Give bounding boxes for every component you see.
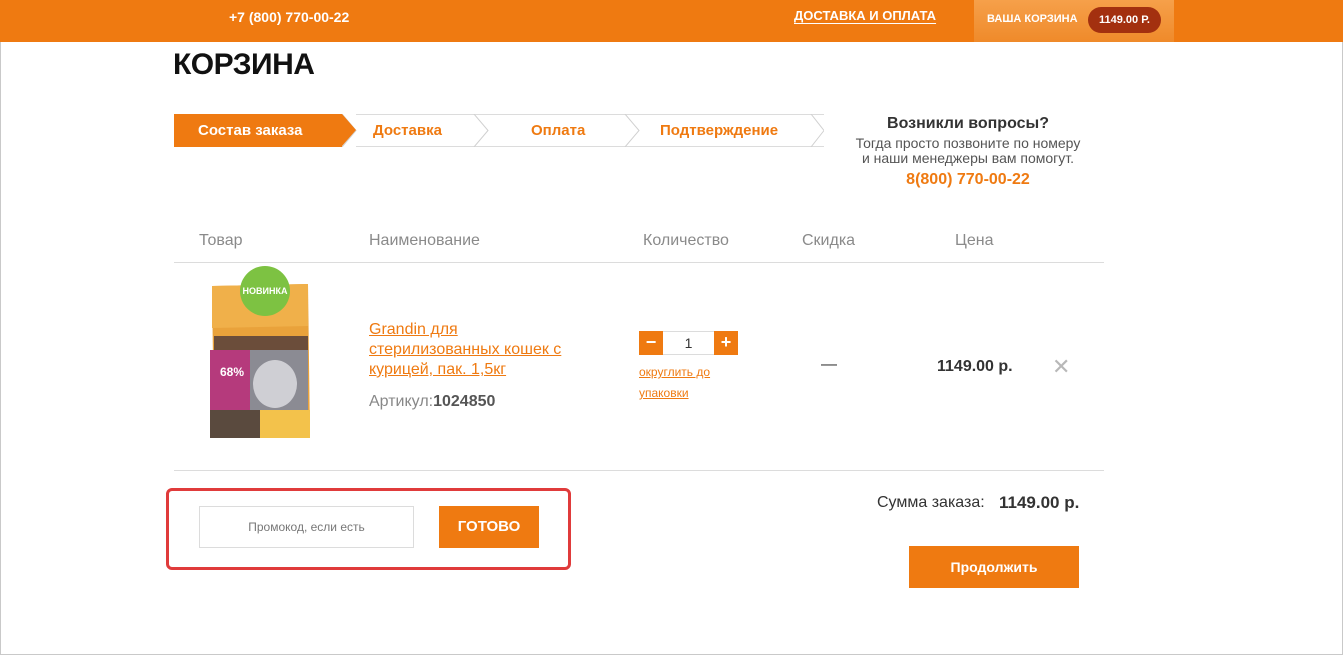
step-payment[interactable]: Оплата: [531, 114, 585, 147]
item-discount: —: [821, 356, 837, 373]
cart-label: ВАША КОРЗИНА: [987, 13, 1078, 25]
step-delivery[interactable]: Доставка: [373, 114, 442, 147]
remove-item-icon[interactable]: ✕: [1052, 354, 1070, 380]
column-header-quantity: Количество: [643, 232, 729, 249]
order-sum-value: 1149.00 р.: [999, 493, 1080, 512]
column-header-price: Цена: [955, 232, 994, 249]
cart-total-badge: 1149.00 Р.: [1088, 7, 1161, 33]
help-phone[interactable]: 8(800) 770-00-22: [850, 171, 1086, 189]
sku-label: Артикул:: [369, 393, 434, 410]
page-title: КОРЗИНА: [173, 48, 315, 81]
order-sum-label: Сумма заказа:: [877, 494, 985, 511]
product-name-link[interactable]: Grandin для стерилизованных кошек с кури…: [369, 320, 589, 380]
column-header-discount: Скидка: [802, 232, 856, 249]
continue-button[interactable]: Продолжить: [909, 546, 1079, 588]
help-text: Тогда просто позвоните по номеру и наши …: [855, 135, 1081, 166]
header-cart-button[interactable]: ВАША КОРЗИНА 1149.00 Р.: [974, 0, 1174, 42]
promo-apply-button[interactable]: ГОТОВО: [439, 506, 539, 548]
sku-value: 1024850: [433, 393, 496, 410]
table-divider: [174, 262, 1104, 263]
help-block: Возникли вопросы? Тогда просто позвоните…: [850, 115, 1086, 189]
column-header-name: Наименование: [369, 232, 480, 249]
step-confirmation[interactable]: Подтверждение: [660, 114, 778, 147]
svg-text:68%: 68%: [220, 365, 244, 379]
step-order-contents[interactable]: Состав заказа: [174, 114, 356, 147]
delivery-payment-link[interactable]: ДОСТАВКА И ОПЛАТА: [794, 8, 936, 23]
help-question: Возникли вопросы?: [887, 115, 1049, 132]
quantity-increase-button[interactable]: +: [714, 331, 738, 355]
new-badge: НОВИНКА: [240, 266, 290, 316]
product-sku: Артикул:1024850: [369, 393, 495, 411]
quantity-input[interactable]: [663, 331, 714, 355]
header-phone[interactable]: +7 (800) 770-00-22: [229, 9, 349, 25]
item-price: 1149.00 р.: [937, 358, 1013, 375]
round-to-package-link[interactable]: округлить до упаковки: [639, 362, 739, 404]
table-divider-bottom: [174, 470, 1104, 471]
top-bar: +7 (800) 770-00-22 ДОСТАВКА И ОПЛАТА ВАШ…: [0, 0, 1343, 42]
quantity-decrease-button[interactable]: −: [639, 331, 663, 355]
promo-code-input[interactable]: [199, 506, 414, 548]
column-header-product: Товар: [199, 232, 243, 249]
checkout-steps: Состав заказа Доставка Оплата Подтвержде…: [174, 114, 824, 147]
